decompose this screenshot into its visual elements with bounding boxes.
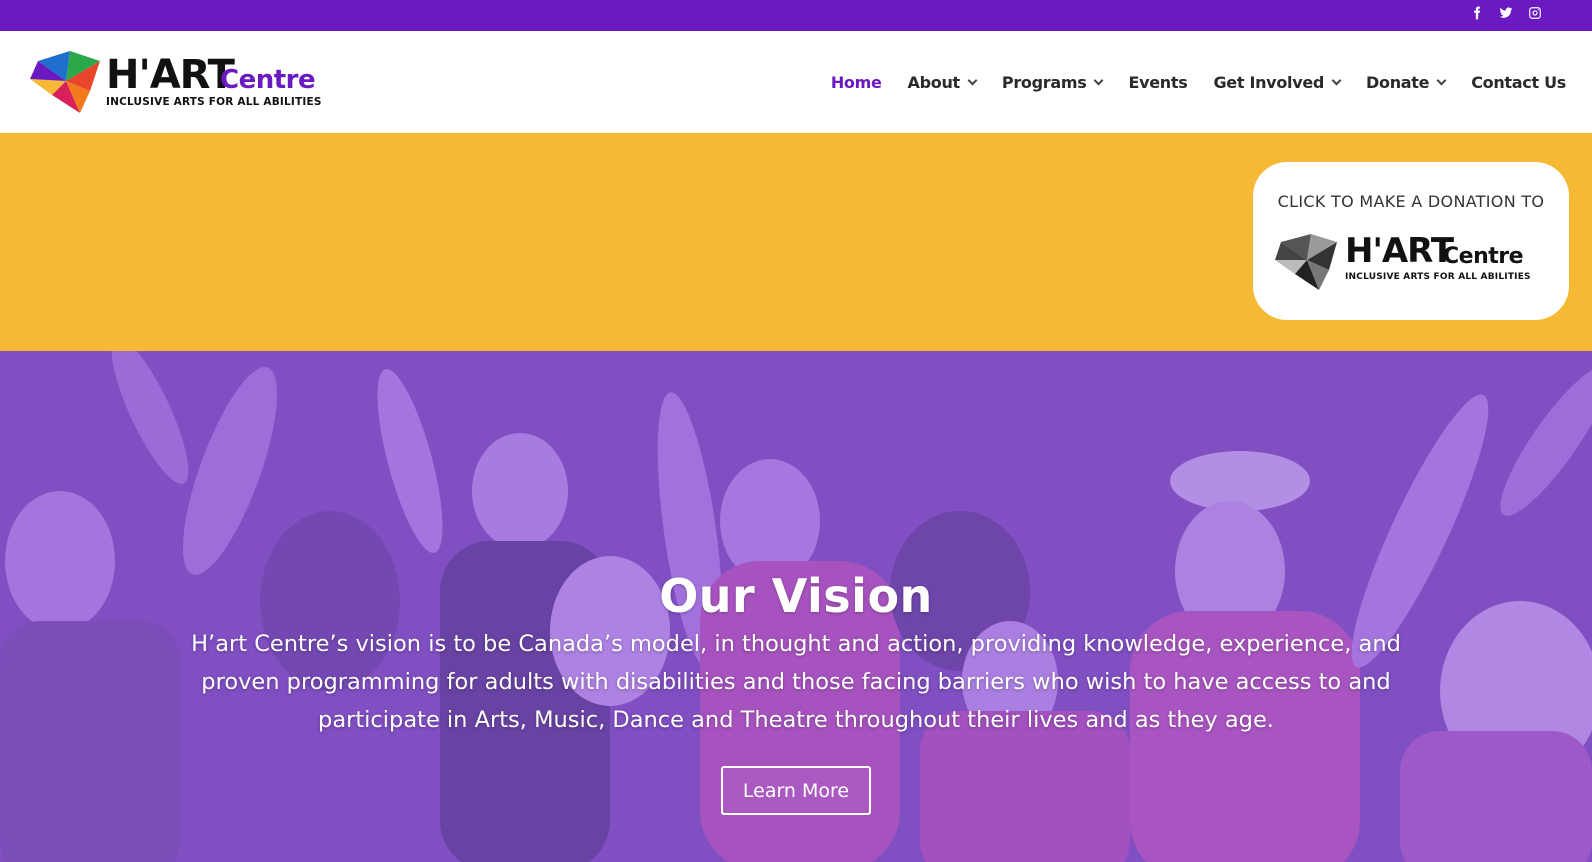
donate-card-title: CLICK TO MAKE A DONATION TO [1277,192,1545,211]
donate-card-logo: H'ART Centre INCLUSIVE ARTS FOR ALL ABIL… [1275,232,1545,292]
hero-title: Our Vision [659,569,933,623]
nav-label-donate: Donate [1366,72,1430,92]
nav-item-donate[interactable]: Donate [1366,72,1447,92]
top-social-bar [0,0,1592,31]
donate-logo-centre: Centre [1443,244,1524,269]
hero-section: Our Vision H’art Centre’s vision is to b… [0,351,1592,862]
nav-item-contact-us[interactable]: Contact Us [1471,73,1566,92]
nav-item-programs[interactable]: Programs [1001,72,1104,92]
facebook-icon[interactable] [1467,3,1487,23]
logo-wordmark: H'ART [106,52,235,98]
hero-description: H’art Centre’s vision is to be Canada’s … [191,631,1401,733]
donate-logo-wordmark: H'ART [1345,231,1454,271]
nav-label-contact-us: Contact Us [1471,72,1566,92]
nav-label-events: Events [1128,72,1188,92]
site-logo[interactable]: H'ART Centre INCLUSIVE ARTS FOR ALL ABIL… [30,51,322,113]
site-header: H'ART Centre INCLUSIVE ARTS FOR ALL ABIL… [0,31,1592,133]
donate-logo-tagline: INCLUSIVE ARTS FOR ALL ABILITIES [1345,272,1531,282]
twitter-icon[interactable] [1496,3,1516,23]
nav-label-home: Home [830,72,882,92]
nav-label-about: About [907,72,961,92]
nav-item-about[interactable]: About [907,72,978,92]
instagram-icon[interactable] [1525,3,1545,23]
learn-more-button[interactable]: Learn More [721,766,871,815]
chevron-down-icon [967,75,978,85]
nav-item-home[interactable]: Home [831,73,882,92]
nav-item-events[interactable]: Events [1128,73,1187,92]
nav-label-programs: Programs [1001,72,1087,92]
logo-centre-text: Centre [220,65,316,95]
donation-banner: CLICK TO MAKE A DONATION TO H'ART Centre… [0,133,1592,351]
nav-label-get-involved: Get Involved [1213,72,1325,92]
logo-mark-grey-icon [1275,234,1337,290]
chevron-down-icon [1436,75,1447,85]
logo-mark-icon [30,51,100,113]
donate-card-button[interactable]: CLICK TO MAKE A DONATION TO H'ART Centre… [1253,162,1569,320]
chevron-down-icon [1331,75,1342,85]
logo-tagline: INCLUSIVE ARTS FOR ALL ABILITIES [106,96,322,108]
main-nav: Home About Programs Events Get Involved … [805,31,1566,133]
chevron-down-icon [1094,75,1104,85]
nav-item-get-involved[interactable]: Get Involved [1213,72,1342,92]
